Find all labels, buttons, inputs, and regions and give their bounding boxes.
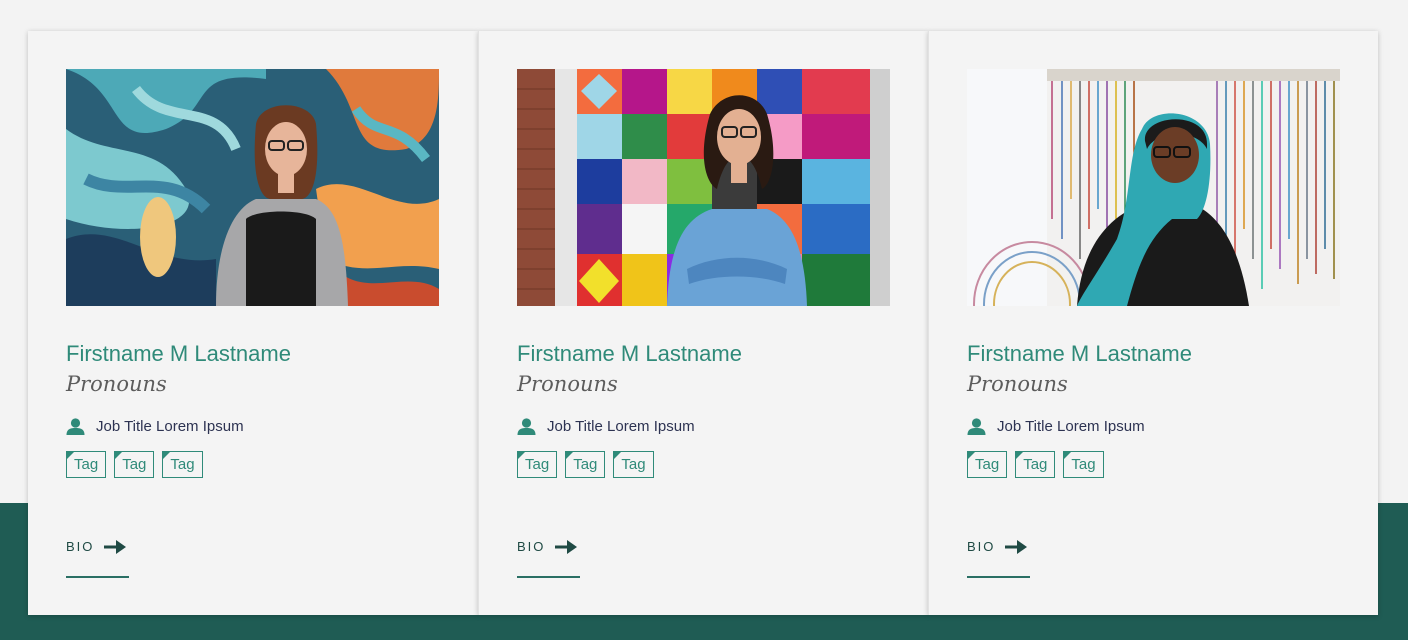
- bio-label: BIO: [66, 539, 95, 554]
- arrow-right-icon: [555, 539, 578, 554]
- staff-photo: [517, 69, 890, 306]
- bio-link[interactable]: BIO: [517, 539, 580, 554]
- staff-name: Firstname M Lastname: [967, 341, 1192, 366]
- staff-cards-row: Firstname M Lastname Pronouns Job Title …: [28, 31, 1378, 615]
- staff-name: Firstname M Lastname: [66, 341, 291, 366]
- bio-underline: [967, 576, 1030, 578]
- bio-underline: [66, 576, 129, 578]
- job-title: Job Title Lorem Ipsum: [997, 418, 1145, 435]
- person-icon: [66, 418, 85, 435]
- tag-list: Tag Tag Tag: [66, 451, 440, 478]
- tag-list: Tag Tag Tag: [517, 451, 890, 478]
- job-title-row: Job Title Lorem Ipsum: [517, 418, 890, 435]
- person-icon: [967, 418, 986, 435]
- tag[interactable]: Tag: [66, 451, 107, 478]
- tag[interactable]: Tag: [517, 451, 558, 478]
- job-title-row: Job Title Lorem Ipsum: [66, 418, 440, 435]
- tag[interactable]: Tag: [967, 451, 1008, 478]
- tag[interactable]: Tag: [565, 451, 606, 478]
- bio-link[interactable]: BIO: [66, 539, 129, 554]
- arrow-right-icon: [104, 539, 127, 554]
- staff-photo: [66, 69, 439, 306]
- tag[interactable]: Tag: [162, 451, 203, 478]
- staff-name: Firstname M Lastname: [517, 341, 742, 366]
- staff-pronouns: Pronouns: [517, 372, 618, 396]
- arrow-right-icon: [1005, 539, 1028, 554]
- job-title-row: Job Title Lorem Ipsum: [967, 418, 1340, 435]
- tag[interactable]: Tag: [114, 451, 155, 478]
- bio-label: BIO: [517, 539, 546, 554]
- staff-pronouns: Pronouns: [967, 372, 1068, 396]
- staff-card: Firstname M Lastname Pronouns Job Title …: [28, 31, 478, 615]
- bio-link[interactable]: BIO: [967, 539, 1030, 554]
- staff-photo: [967, 69, 1340, 306]
- tag[interactable]: Tag: [1063, 451, 1104, 478]
- tag-list: Tag Tag Tag: [967, 451, 1340, 478]
- staff-pronouns: Pronouns: [66, 372, 167, 396]
- tag[interactable]: Tag: [1015, 451, 1056, 478]
- bio-underline: [517, 576, 580, 578]
- staff-card: Firstname M Lastname Pronouns Job Title …: [928, 31, 1378, 615]
- job-title: Job Title Lorem Ipsum: [96, 418, 244, 435]
- bio-label: BIO: [967, 539, 996, 554]
- tag[interactable]: Tag: [613, 451, 654, 478]
- staff-card: Firstname M Lastname Pronouns Job Title …: [478, 31, 928, 615]
- job-title: Job Title Lorem Ipsum: [547, 418, 695, 435]
- person-icon: [517, 418, 536, 435]
